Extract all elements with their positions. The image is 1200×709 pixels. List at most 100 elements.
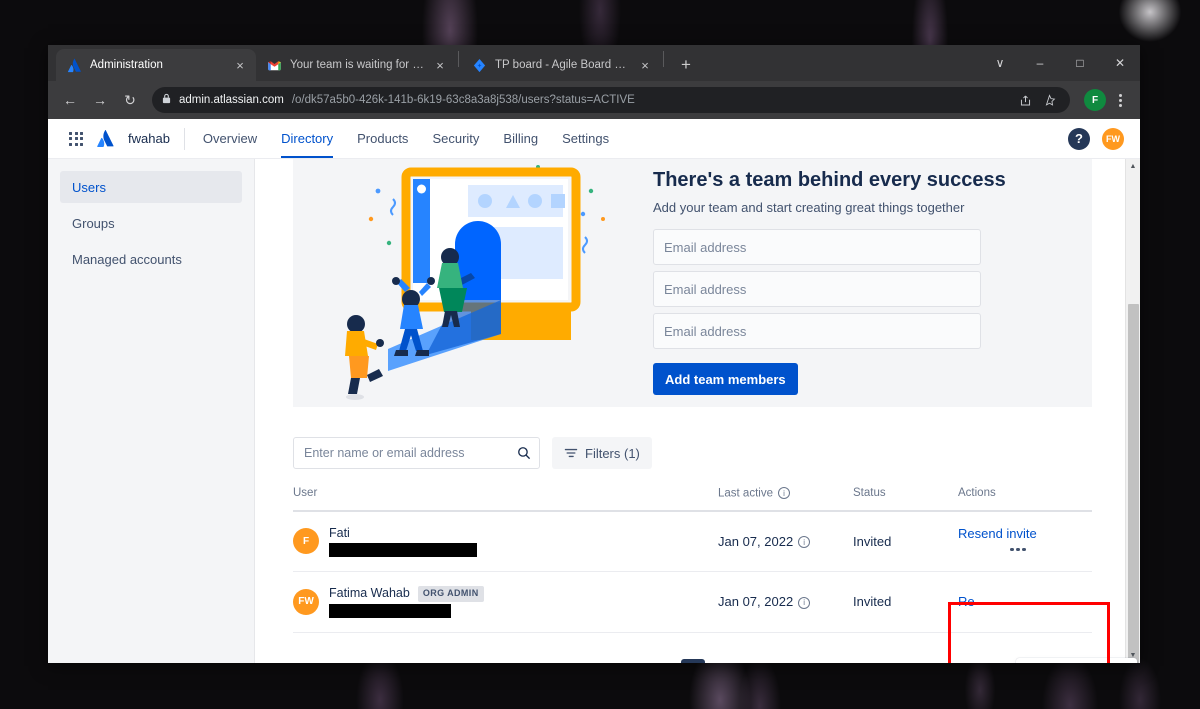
- org-name[interactable]: fwahab: [118, 131, 184, 146]
- person-yellow: [345, 315, 384, 400]
- column-user: User: [293, 487, 718, 512]
- user-name-text: Fati: [329, 525, 350, 540]
- tab-close-icon[interactable]: ×: [637, 57, 653, 73]
- status-badge: ORG ADMIN: [417, 586, 484, 602]
- url-path: /o/dk57a5b0-426k-141b-6k19-63c8a3a8j538/…: [291, 94, 635, 106]
- browser-tab-jira[interactable]: TP board - Agile Board - Jira ×: [461, 49, 661, 81]
- gmail-icon: [268, 60, 281, 70]
- pagination-prev[interactable]: ‹: [662, 662, 667, 663]
- browser-tab-administration[interactable]: Administration ×: [56, 49, 256, 81]
- window-controls: ∨ – □ ✕: [980, 45, 1140, 81]
- users-toolbar: Enter name or email address Filters (1): [293, 407, 1092, 469]
- lock-icon-svg: [162, 93, 171, 104]
- maximize-button[interactable]: □: [1060, 45, 1100, 81]
- hero-illustration-wrap: [293, 165, 653, 400]
- tab-title: TP board - Agile Board - Jira: [495, 59, 629, 71]
- jira-icon: [473, 58, 486, 72]
- last-active-value: Jan 07, 2022: [718, 594, 794, 610]
- browser-window: Administration × Your team is waiting fo…: [48, 45, 1140, 663]
- new-tab-button[interactable]: +: [672, 51, 700, 79]
- cell-actions: Re: [958, 571, 1092, 633]
- user-name: Fatima Wahab ORG ADMIN: [329, 586, 484, 602]
- tab-title: Your team is waiting for you to jo: [290, 59, 424, 71]
- scrollbar-thumb[interactable]: [1128, 304, 1139, 663]
- search-input[interactable]: Enter name or email address: [293, 437, 540, 469]
- address-bar[interactable]: admin.atlassian.com /o/dk57a5b0-426k-141…: [152, 87, 1070, 113]
- email-redacted: [329, 543, 477, 558]
- content-inner: There's a team behind every success Add …: [255, 159, 1140, 663]
- team-celebration-illustration: [345, 165, 605, 400]
- filters-label: Filters (1): [585, 445, 640, 461]
- browser-tab-gmail[interactable]: Your team is waiting for you to jo ×: [256, 49, 456, 81]
- nav-overview[interactable]: Overview: [191, 119, 269, 158]
- app-switcher-icon[interactable]: [64, 127, 88, 151]
- cell-last-active: Jan 07, 2022 i: [718, 510, 853, 573]
- close-window-button[interactable]: ✕: [1100, 45, 1140, 81]
- column-last-active: Last active i: [718, 487, 853, 512]
- nav-settings[interactable]: Settings: [550, 119, 621, 158]
- header-divider: [183, 127, 185, 150]
- column-status: Status: [853, 487, 958, 512]
- help-icon[interactable]: ?: [1068, 127, 1090, 150]
- info-icon[interactable]: i: [798, 596, 811, 609]
- search-icon: [518, 447, 531, 460]
- page-scrollbar[interactable]: ▲ ▼: [1125, 159, 1140, 663]
- email-field-2[interactable]: Email address: [653, 271, 981, 307]
- row-actions-menu[interactable]: Show details Add user to group Suspend a…: [1016, 658, 1137, 663]
- cell-last-active: Jan 07, 2022 i: [718, 571, 853, 633]
- menu-item-show-details[interactable]: Show details: [1016, 662, 1137, 663]
- tab-close-icon[interactable]: ×: [232, 57, 248, 73]
- nav-security[interactable]: Security: [420, 119, 491, 158]
- tab-close-icon[interactable]: ×: [432, 57, 448, 73]
- email-field-1[interactable]: Email address: [653, 229, 981, 265]
- page-viewport: fwahab Overview Directory Products Secur…: [48, 119, 1140, 663]
- add-team-members-button[interactable]: Add team members: [653, 363, 798, 395]
- table-row[interactable]: FW Fatima Wahab ORG ADMIN Jan 07, 2022 i…: [293, 571, 1092, 633]
- email-field-3[interactable]: Email address: [653, 313, 981, 349]
- table-row[interactable]: F Fati Jan 07, 2022 i Invited Resend inv…: [293, 510, 1092, 573]
- info-icon[interactable]: i: [798, 536, 811, 549]
- more-actions-icon[interactable]: [1010, 547, 1026, 552]
- pagination-page-1[interactable]: 1: [680, 658, 705, 663]
- forward-icon[interactable]: →: [86, 86, 114, 114]
- browser-menu-icon[interactable]: [1108, 88, 1132, 112]
- pagination-next[interactable]: ›: [719, 662, 724, 663]
- table-head: User Last active i Status Actions: [293, 487, 1092, 512]
- nav-directory[interactable]: Directory: [269, 119, 345, 158]
- nav-billing[interactable]: Billing: [491, 119, 550, 158]
- star-icon[interactable]: [1038, 89, 1060, 111]
- share-icon-svg: [1020, 95, 1030, 105]
- back-icon[interactable]: ←: [56, 86, 84, 114]
- header-nav: Overview Directory Products Security Bil…: [191, 119, 621, 158]
- header-actions: ? FW: [1068, 127, 1124, 150]
- user-name-text: Fatima Wahab: [329, 586, 410, 601]
- cell-status: Invited: [853, 571, 958, 633]
- resend-invite-link[interactable]: Re: [958, 594, 975, 609]
- cell-user: FW Fatima Wahab ORG ADMIN: [293, 571, 718, 633]
- nav-products[interactable]: Products: [345, 119, 420, 158]
- cell-status: Invited: [853, 510, 958, 573]
- avatar: F: [293, 528, 319, 555]
- browser-toolbar: ← → ↻ admin.atlassian.com /o/dk57a5b0-42…: [48, 81, 1140, 119]
- last-active-value: Jan 07, 2022: [718, 533, 794, 549]
- hero-form: There's a team behind every success Add …: [653, 167, 1092, 395]
- user-avatar[interactable]: FW: [1102, 127, 1124, 150]
- resend-invite-link[interactable]: Resend invite: [958, 526, 1037, 541]
- sidebar-item-managed-accounts[interactable]: Managed accounts: [60, 243, 242, 275]
- column-actions: Actions: [958, 487, 1092, 512]
- info-icon[interactable]: i: [777, 487, 790, 499]
- browser-profile-avatar[interactable]: F: [1084, 89, 1106, 111]
- filters-button[interactable]: Filters (1): [552, 437, 652, 469]
- reload-icon[interactable]: ↻: [116, 86, 144, 114]
- tab-divider: [663, 51, 664, 67]
- url-host: admin.atlassian.com: [179, 94, 284, 106]
- atlassian-logo[interactable]: [92, 127, 118, 151]
- tab-search-icon[interactable]: ∨: [980, 45, 1020, 81]
- scroll-up-arrow[interactable]: ▲: [1126, 159, 1140, 174]
- sidebar-item-groups[interactable]: Groups: [60, 207, 242, 239]
- minimize-button[interactable]: –: [1020, 45, 1060, 81]
- avatar: FW: [293, 588, 319, 615]
- email-placeholder: Email address: [664, 323, 747, 339]
- share-icon[interactable]: [1014, 89, 1036, 111]
- sidebar-item-users[interactable]: Users: [60, 171, 242, 203]
